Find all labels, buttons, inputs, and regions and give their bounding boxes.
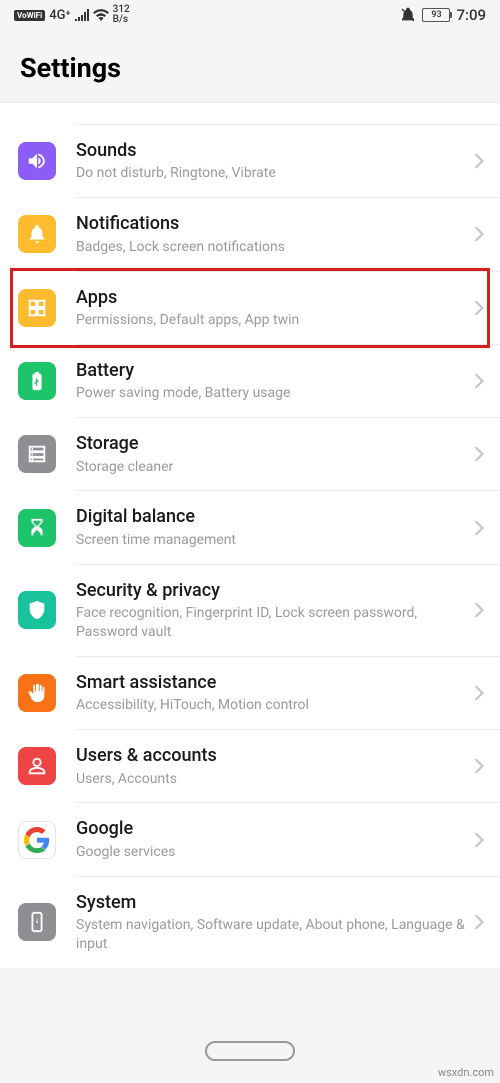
chevron-right-icon bbox=[474, 832, 484, 848]
row-subtitle: Badges, Lock screen notifications bbox=[76, 238, 474, 257]
row-subtitle: Screen time management bbox=[76, 531, 474, 550]
row-subtitle: Do not disturb, Ringtone, Vibrate bbox=[76, 164, 474, 183]
system-icon: i bbox=[18, 903, 56, 941]
row-title: Digital balance bbox=[76, 505, 474, 528]
row-title: Apps bbox=[76, 286, 474, 309]
settings-row-security[interactable]: Security & privacy Face recognition, Fin… bbox=[0, 565, 500, 656]
chevron-right-icon bbox=[474, 446, 484, 462]
row-title: System bbox=[76, 891, 474, 914]
row-title: Notifications bbox=[76, 212, 474, 235]
row-title: Google bbox=[76, 817, 474, 840]
settings-row-notifications[interactable]: Notifications Badges, Lock screen notifi… bbox=[0, 198, 500, 270]
row-title: Smart assistance bbox=[76, 671, 474, 694]
shield-icon bbox=[18, 591, 56, 629]
row-title: Users & accounts bbox=[76, 744, 474, 767]
vowifi-badge: VoWiFi bbox=[14, 10, 45, 21]
chevron-right-icon bbox=[474, 685, 484, 701]
row-subtitle: System navigation, Software update, Abou… bbox=[76, 916, 474, 954]
row-subtitle: Google services bbox=[76, 843, 474, 862]
status-right: 93 7:09 bbox=[400, 6, 486, 24]
speaker-icon bbox=[18, 142, 56, 180]
nav-pill-home[interactable] bbox=[205, 1041, 295, 1061]
settings-row-apps[interactable]: Apps Permissions, Default apps, App twin bbox=[0, 272, 500, 344]
watermark: wsxdn.com bbox=[438, 1066, 494, 1079]
settings-list: Sounds Do not disturb, Ringtone, Vibrate… bbox=[0, 102, 500, 968]
settings-row-storage[interactable]: Storage Storage cleaner bbox=[0, 418, 500, 490]
status-left: VoWiFi 4G⁺ 312 B/s bbox=[14, 5, 130, 25]
hand-icon bbox=[18, 674, 56, 712]
google-icon bbox=[18, 821, 56, 859]
user-icon bbox=[18, 747, 56, 785]
chevron-right-icon bbox=[474, 300, 484, 316]
network-label: 4G⁺ bbox=[49, 8, 70, 23]
bell-icon bbox=[18, 215, 56, 253]
signal-icon bbox=[75, 9, 89, 21]
row-subtitle: Accessibility, HiTouch, Motion control bbox=[76, 696, 474, 715]
settings-row-smart-assistance[interactable]: Smart assistance Accessibility, HiTouch,… bbox=[0, 657, 500, 729]
row-title: Battery bbox=[76, 359, 474, 382]
wifi-icon bbox=[93, 9, 109, 21]
chevron-right-icon bbox=[474, 226, 484, 242]
row-subtitle: Face recognition, Fingerprint ID, Lock s… bbox=[76, 604, 474, 642]
row-subtitle: Permissions, Default apps, App twin bbox=[76, 311, 474, 330]
partial-row-top bbox=[76, 103, 500, 125]
chevron-right-icon bbox=[474, 914, 484, 930]
status-bar: VoWiFi 4G⁺ 312 B/s 93 7:09 bbox=[0, 0, 500, 30]
chevron-right-icon bbox=[474, 153, 484, 169]
hourglass-icon bbox=[18, 509, 56, 547]
clock: 7:09 bbox=[456, 6, 486, 24]
settings-row-battery[interactable]: Battery Power saving mode, Battery usage bbox=[0, 345, 500, 417]
page-title: Settings bbox=[20, 52, 480, 84]
svg-text:i: i bbox=[36, 917, 38, 925]
settings-row-system[interactable]: i System System navigation, Software upd… bbox=[0, 877, 500, 968]
storage-icon bbox=[18, 435, 56, 473]
row-title: Storage bbox=[76, 432, 474, 455]
row-title: Sounds bbox=[76, 139, 474, 162]
row-subtitle: Power saving mode, Battery usage bbox=[76, 384, 474, 403]
settings-row-google[interactable]: Google Google services bbox=[0, 803, 500, 875]
speed-unit: B/s bbox=[113, 15, 130, 25]
settings-row-digital-balance[interactable]: Digital balance Screen time management bbox=[0, 491, 500, 563]
chevron-right-icon bbox=[474, 602, 484, 618]
chevron-right-icon bbox=[474, 758, 484, 774]
mute-icon bbox=[400, 7, 416, 23]
row-title: Security & privacy bbox=[76, 579, 474, 602]
row-subtitle: Storage cleaner bbox=[76, 458, 474, 477]
battery-icon bbox=[18, 362, 56, 400]
battery-indicator: 93 bbox=[422, 8, 450, 22]
settings-row-users[interactable]: Users & accounts Users, Accounts bbox=[0, 730, 500, 802]
apps-icon bbox=[18, 289, 56, 327]
chevron-right-icon bbox=[474, 373, 484, 389]
page-header: Settings bbox=[0, 30, 500, 98]
chevron-right-icon bbox=[474, 520, 484, 536]
row-subtitle: Users, Accounts bbox=[76, 770, 474, 789]
settings-row-sounds[interactable]: Sounds Do not disturb, Ringtone, Vibrate bbox=[0, 125, 500, 197]
